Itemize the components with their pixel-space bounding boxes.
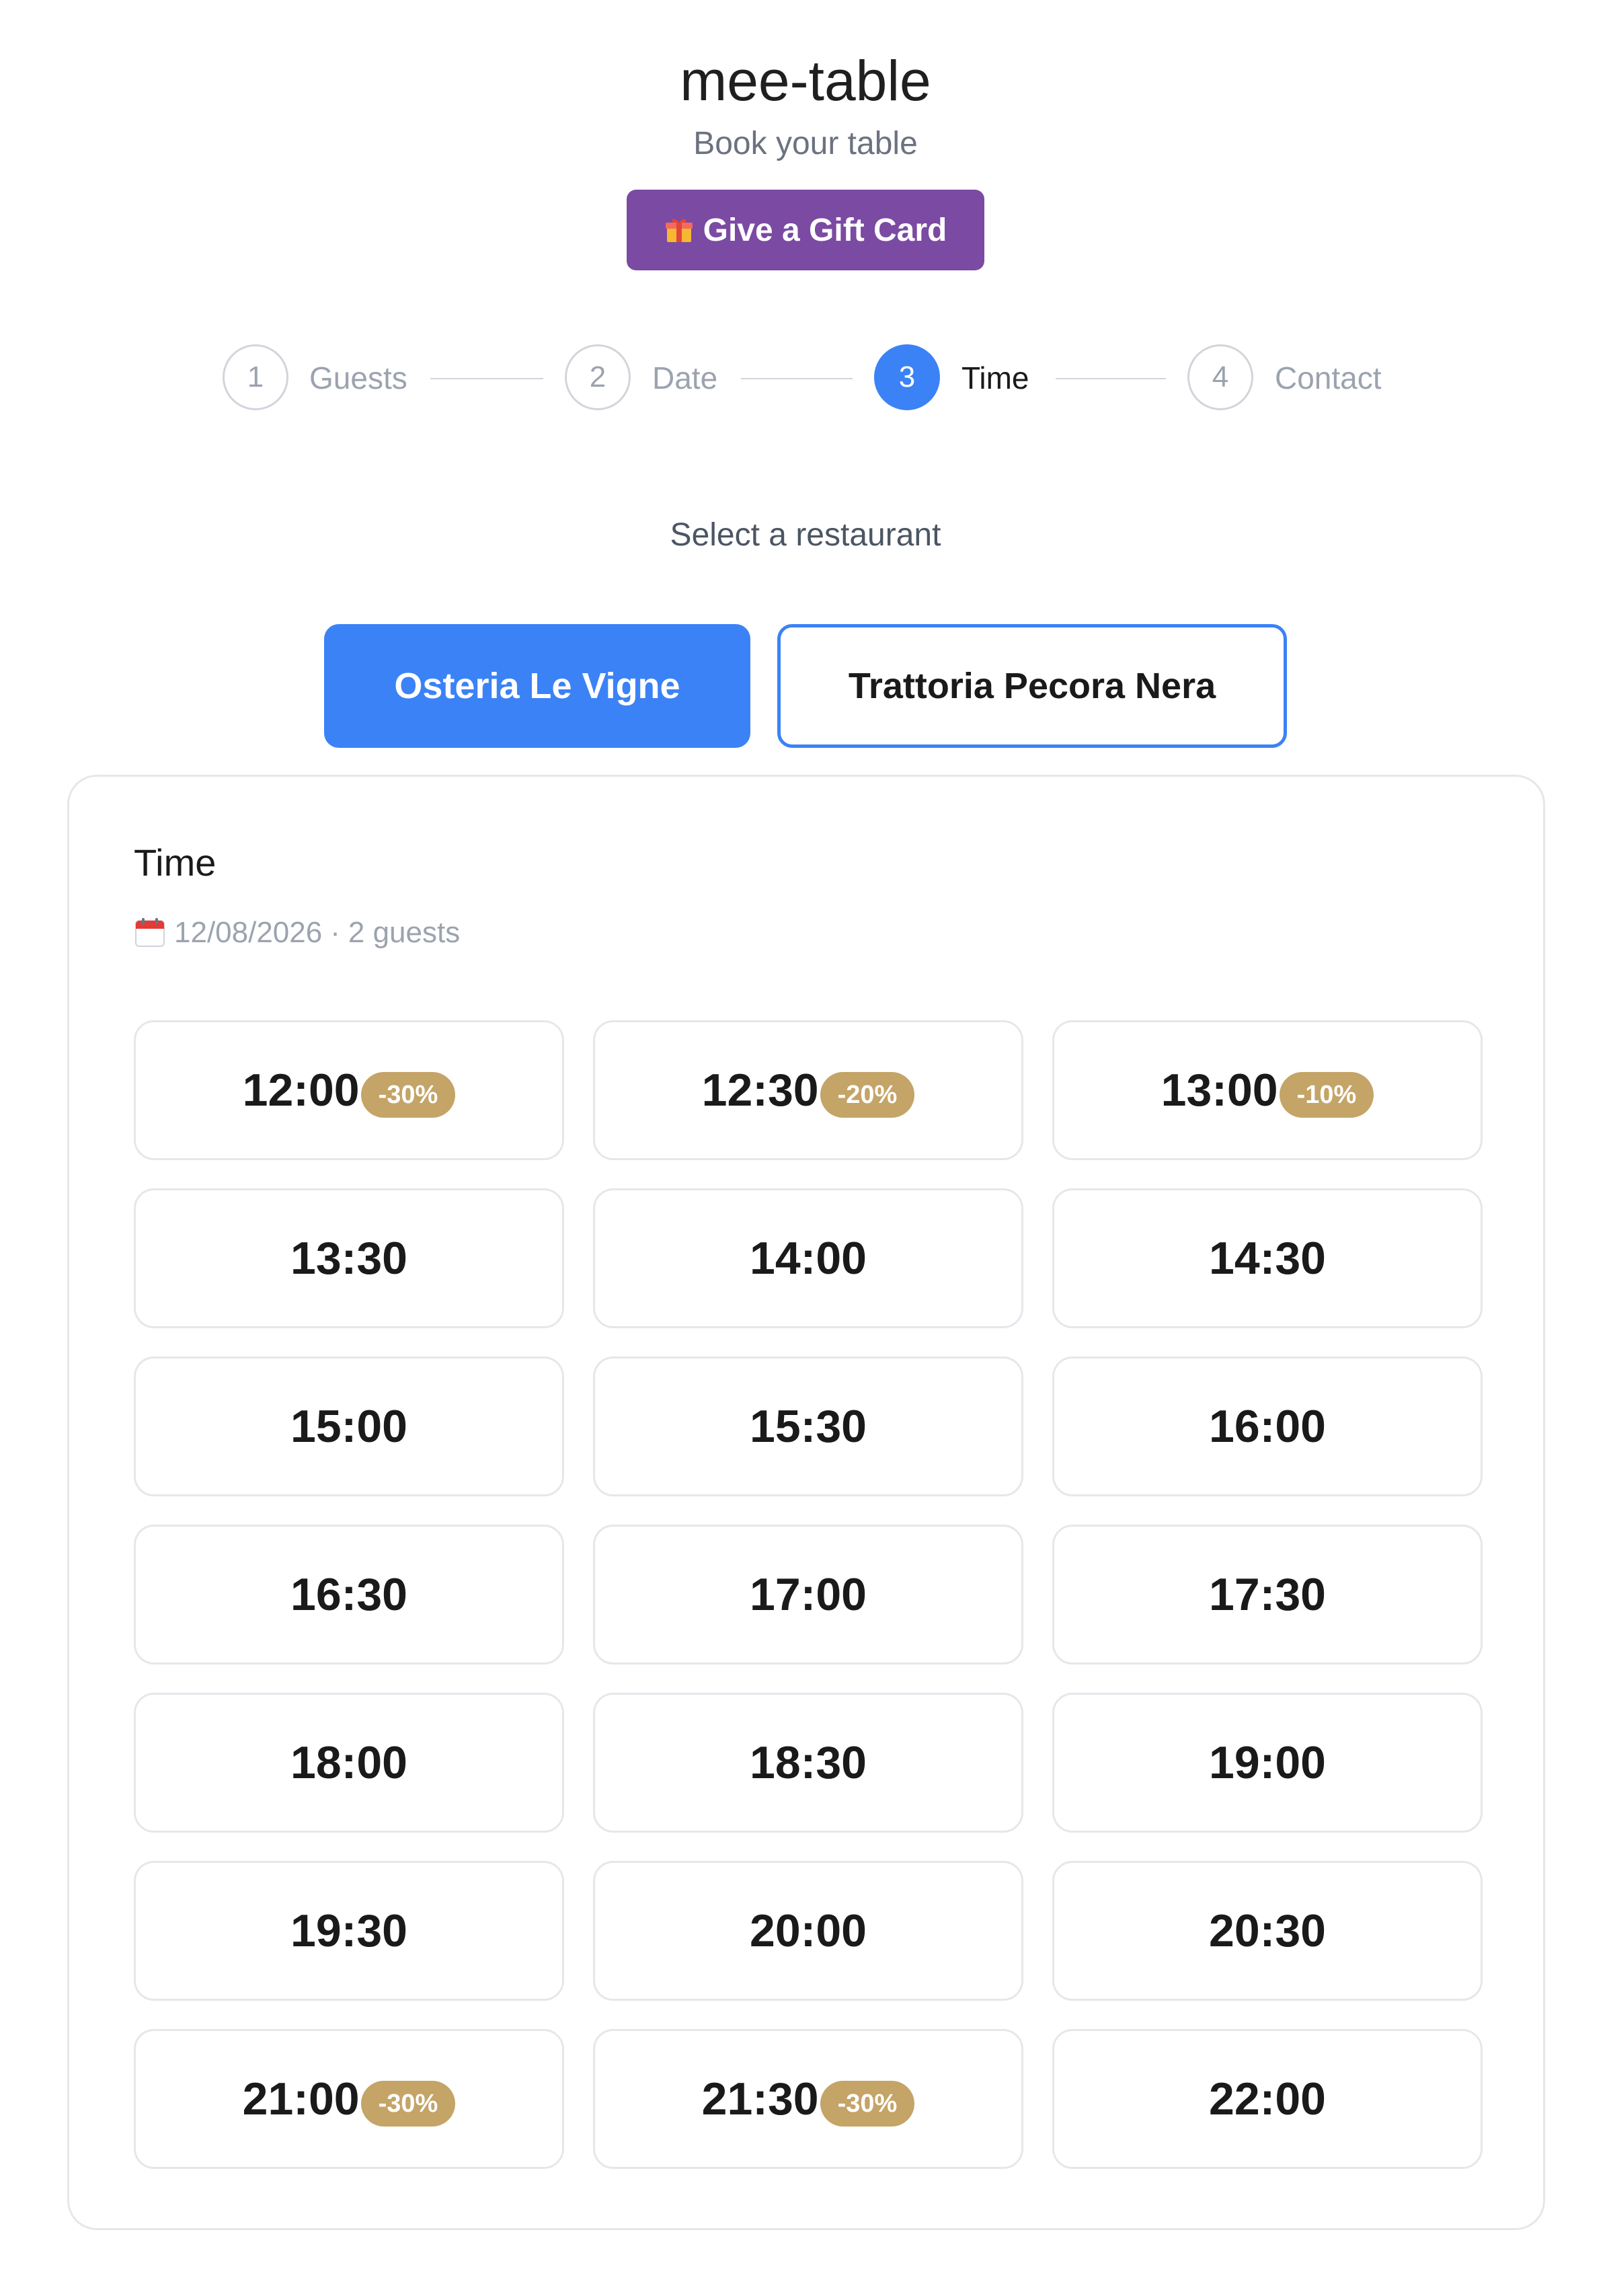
- booking-summary: 12/08/2026 · 2 guests: [134, 911, 460, 954]
- gift-card-label: Give a Gift Card: [703, 212, 947, 248]
- card-title: Time: [134, 841, 217, 884]
- slot-time: 18:00: [290, 1737, 407, 1788]
- discount-badge: -30%: [360, 1072, 456, 1118]
- slot-time: 13:30: [290, 1233, 407, 1284]
- slot-time: 12:30: [701, 1065, 819, 1116]
- gift-card-button[interactable]: Give a Gift Card: [627, 190, 984, 270]
- time-slot[interactable]: 12:00 -30%: [134, 1020, 564, 1160]
- slot-time: 21:30: [701, 2073, 819, 2125]
- slot-time: 19:30: [290, 1905, 407, 1956]
- step-guests-label[interactable]: Guests: [309, 356, 407, 399]
- step-number: 4: [1212, 360, 1229, 393]
- slot-time: 14:00: [750, 1233, 867, 1284]
- discount-badge: -20%: [820, 1072, 915, 1118]
- meta-separator: ·: [330, 916, 340, 949]
- time-slot[interactable]: 15:00: [134, 1356, 564, 1496]
- step-contact-circle[interactable]: 4: [1187, 344, 1253, 410]
- time-slot[interactable]: 14:00: [593, 1188, 1023, 1328]
- time-slot[interactable]: 20:30: [1052, 1861, 1483, 2001]
- step-number: 3: [898, 360, 916, 393]
- slot-time: 17:00: [750, 1569, 867, 1620]
- time-slot[interactable]: 19:30: [134, 1861, 564, 2001]
- time-slot[interactable]: 18:30: [593, 1693, 1023, 1833]
- slot-time: 19:00: [1209, 1737, 1326, 1788]
- discount-badge: -30%: [820, 2081, 915, 2127]
- time-slot[interactable]: 22:00: [1052, 2029, 1483, 2169]
- time-slot[interactable]: 14:30: [1052, 1188, 1483, 1328]
- slot-time: 20:30: [1209, 1905, 1326, 1956]
- slot-time: 17:30: [1209, 1569, 1326, 1620]
- step-connector: [741, 378, 853, 379]
- restaurant-osteria-button[interactable]: Osteria Le Vigne: [324, 624, 750, 748]
- time-slot[interactable]: 21:00 -30%: [134, 2029, 564, 2169]
- slot-time: 15:00: [290, 1401, 407, 1452]
- slot-time: 15:30: [750, 1401, 867, 1452]
- step-time-circle[interactable]: 3: [874, 344, 940, 410]
- booking-stepper: 1 Guests 2 Date 3 Time 4 Contact: [0, 342, 1611, 416]
- step-time-label[interactable]: Time: [961, 356, 1029, 399]
- slot-time: 12:00: [242, 1065, 360, 1116]
- step-connector: [1056, 378, 1166, 379]
- slot-time: 14:30: [1209, 1233, 1326, 1284]
- discount-badge: -30%: [360, 2081, 456, 2127]
- booking-date: 12/08/2026: [174, 916, 323, 949]
- slot-time: 22:00: [1209, 2073, 1326, 2125]
- time-selection-card: Time 12/08/2026 · 2 guests 12:00 -30% 12:…: [67, 775, 1545, 2230]
- restaurant-prompt: Select a restaurant: [670, 517, 941, 553]
- time-slot[interactable]: 15:30: [593, 1356, 1023, 1496]
- slot-time: 21:00: [242, 2073, 360, 2125]
- time-slots-grid: 12:00 -30% 12:30 -20% 13:00 -10% 13:30 14:0…: [134, 1020, 1483, 2169]
- time-slot[interactable]: 12:30 -20%: [593, 1020, 1023, 1160]
- step-date-label[interactable]: Date: [652, 356, 717, 399]
- time-slot[interactable]: 17:30: [1052, 1525, 1483, 1664]
- time-slot[interactable]: 20:00: [593, 1861, 1023, 2001]
- step-number: 2: [589, 360, 606, 393]
- slot-time: 20:00: [750, 1905, 867, 1956]
- step-date-circle[interactable]: 2: [565, 344, 631, 410]
- restaurant-trattoria-button[interactable]: Trattoria Pecora Nera: [777, 624, 1287, 748]
- time-slot[interactable]: 21:30 -30%: [593, 2029, 1023, 2169]
- booking-guests: 2 guests: [348, 916, 461, 949]
- time-slot[interactable]: 13:30: [134, 1188, 564, 1328]
- gift-icon: [664, 215, 694, 245]
- time-slot[interactable]: 19:00: [1052, 1693, 1483, 1833]
- app-subtitle: Book your table: [693, 126, 918, 161]
- discount-badge: -10%: [1279, 1072, 1374, 1118]
- time-slot[interactable]: 16:30: [134, 1525, 564, 1664]
- step-guests-circle[interactable]: 1: [223, 344, 288, 410]
- slot-time: 13:00: [1161, 1065, 1278, 1116]
- step-contact-label[interactable]: Contact: [1275, 356, 1382, 399]
- slot-time: 16:30: [290, 1569, 407, 1620]
- time-slot[interactable]: 17:00: [593, 1525, 1023, 1664]
- slot-time: 18:30: [750, 1737, 867, 1788]
- time-slot[interactable]: 13:00 -10%: [1052, 1020, 1483, 1160]
- time-slot[interactable]: 18:00: [134, 1693, 564, 1833]
- step-connector: [430, 378, 543, 379]
- time-slot[interactable]: 16:00: [1052, 1356, 1483, 1496]
- calendar-icon: [134, 917, 166, 949]
- slot-time: 16:00: [1209, 1401, 1326, 1452]
- app-title: mee-table: [680, 49, 931, 112]
- step-number: 1: [247, 360, 264, 393]
